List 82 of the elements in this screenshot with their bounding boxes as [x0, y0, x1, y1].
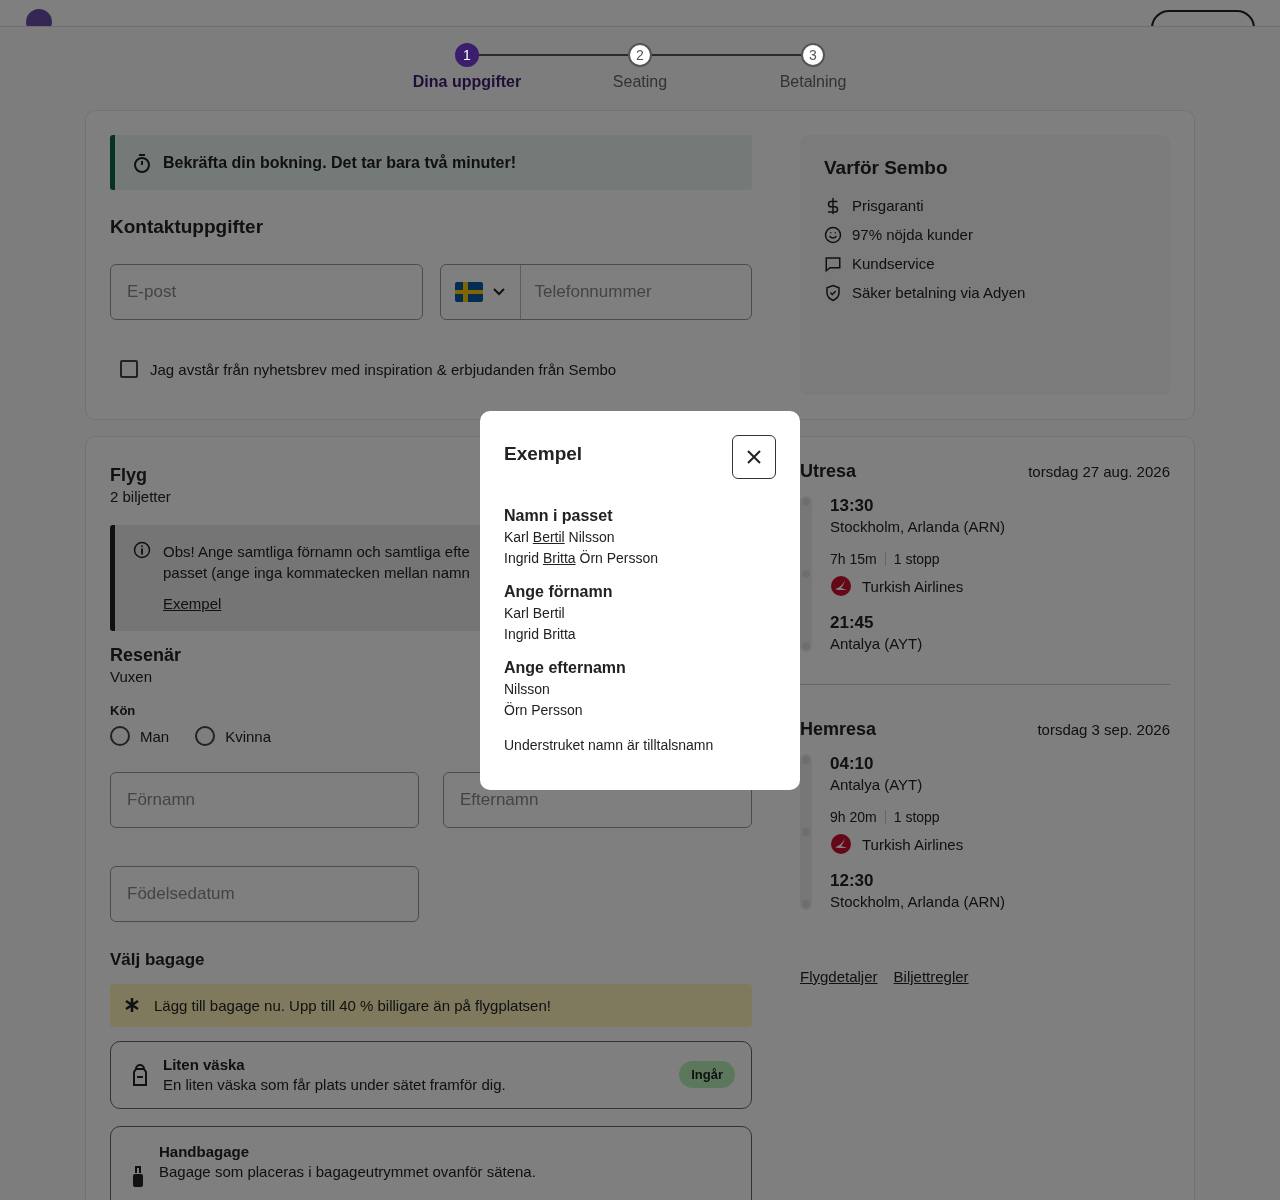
radio-button[interactable]: [195, 726, 216, 746]
radio-label: Man: [140, 727, 170, 745]
airline-logo-icon: [830, 833, 852, 855]
step-number: 3: [801, 43, 825, 67]
airline-name: Turkish Airlines: [862, 835, 964, 853]
close-button[interactable]: [732, 435, 776, 479]
traveler-type: Vuxen: [110, 668, 152, 685]
arrival-time: 21:45: [830, 613, 875, 633]
backpack-icon: [131, 1062, 149, 1087]
step-number: 1: [455, 43, 479, 67]
smiley-icon: [824, 225, 842, 244]
baggage-option[interactable]: Handbagage Bagage som placeras i bagageutrymmet ovanför sätena.: [110, 1126, 752, 1200]
example-heading: Namn i passet: [504, 507, 614, 525]
stops: 1 stopp: [893, 551, 940, 567]
trip-date: torsdag 27 aug. 2026: [1028, 463, 1170, 480]
arrival-airport: Stockholm, Arlanda (ARN): [830, 893, 1006, 910]
benefit-text: Kundservice: [852, 255, 935, 272]
baggage-option[interactable]: Liten väska En liten väska som får plats under sätet framför dig. Ingår: [110, 1040, 752, 1110]
example-name: Karl Bertil: [504, 604, 566, 623]
radio-button[interactable]: [110, 726, 130, 746]
example-name: Ingrid Britta: [504, 625, 577, 644]
panel-title: Varför Sembo: [824, 157, 949, 179]
flight-duration: 7h 15m: [830, 551, 877, 567]
departure-time: 13:30: [830, 496, 875, 516]
birth-date-field[interactable]: Födelsedatum: [110, 866, 419, 922]
arrival-airport: Antalya (AYT): [830, 635, 924, 652]
radio-label: Kvinna: [225, 727, 272, 745]
section-title: Flyg: [110, 465, 147, 486]
example-name: Ingrid Britta Örn Persson: [504, 549, 660, 568]
arrival-time: 12:30: [830, 871, 875, 891]
shield-icon: [824, 283, 842, 302]
section-title: Resenär: [110, 645, 182, 666]
departure-airport: Antalya (AYT): [830, 776, 924, 793]
dialog-title: Exempel: [504, 443, 583, 465]
first-name-field[interactable]: Förnamn: [110, 772, 419, 828]
ticket-count: 2 biljetter: [110, 488, 171, 505]
step-label[interactable]: Seating: [612, 73, 668, 91]
section-title: Välj bagage: [110, 950, 205, 970]
airline-logo-icon: [830, 575, 852, 597]
example-heading: Ange förnamn: [504, 583, 614, 601]
chat-icon: [824, 254, 842, 273]
baggage-title: Handbagage: [159, 1143, 250, 1161]
details-link[interactable]: Flygdetaljer: [800, 968, 878, 985]
stops: 1 stopp: [893, 809, 940, 825]
trip-title: Hemresa: [800, 719, 877, 740]
close-icon: [747, 450, 761, 464]
suitcase-icon: [131, 1164, 145, 1189]
asterisk-icon: [124, 997, 140, 1014]
field-label: Kön: [110, 703, 136, 718]
stopwatch-icon: [133, 152, 151, 173]
footnote: Understruket namn är tilltalsnamn: [504, 737, 715, 753]
email-field[interactable]: E-post: [110, 264, 423, 320]
notice-text: passet (ange inga kommatecken mellan namn: [163, 563, 470, 583]
checkbox[interactable]: [120, 360, 138, 378]
benefit-text: 97% nöjda kunder: [852, 226, 973, 243]
details-link[interactable]: Biljettregler: [893, 968, 969, 985]
baggage-description: En liten väska som får plats under sätet framför dig.: [163, 1076, 507, 1094]
notice-text: Obs! Ange samtliga förnamn och samtliga efte: [163, 542, 470, 562]
step-label[interactable]: Dina uppgifter: [412, 73, 522, 91]
banner-text: Bekräfta din bokning. Det tar bara två minuter!: [163, 153, 516, 172]
benefit-text: Prisgaranti: [852, 197, 924, 214]
example-name: Karl Bertil Nilsson: [504, 528, 616, 547]
baggage-title: Liten väska: [163, 1056, 246, 1074]
example-name: Nilsson: [504, 680, 551, 699]
trip-date: torsdag 3 sep. 2026: [1037, 721, 1170, 738]
departure-airport: Stockholm, Arlanda (ARN): [830, 518, 1006, 535]
checkbox-label: Jag avstår från nyhetsbrev med inspiration & erbjudanden från Sembo: [150, 360, 617, 378]
info-icon: [133, 541, 151, 559]
airline-name: Turkish Airlines: [862, 577, 964, 595]
promo-text: Lägg till bagage nu. Upp till 40 % billigare än på flygplatsen!: [154, 996, 551, 1014]
included-badge: Ingår: [679, 1061, 735, 1089]
section-title: Kontaktuppgifter: [110, 216, 264, 238]
departure-time: 04:10: [830, 754, 875, 774]
baggage-description: Bagage som placeras i bagageutrymmet ovanför sätena.: [159, 1163, 537, 1181]
trip-title: Utresa: [800, 461, 857, 482]
example-link[interactable]: Exempel: [163, 595, 222, 612]
step-number: 2: [628, 43, 652, 67]
example-name: Örn Persson: [504, 701, 584, 720]
benefit-text: Säker betalning via Adyen: [852, 284, 1026, 301]
example-heading: Ange efternamn: [504, 659, 627, 677]
flight-duration: 9h 20m: [830, 809, 877, 825]
step-label[interactable]: Betalning: [779, 73, 847, 91]
